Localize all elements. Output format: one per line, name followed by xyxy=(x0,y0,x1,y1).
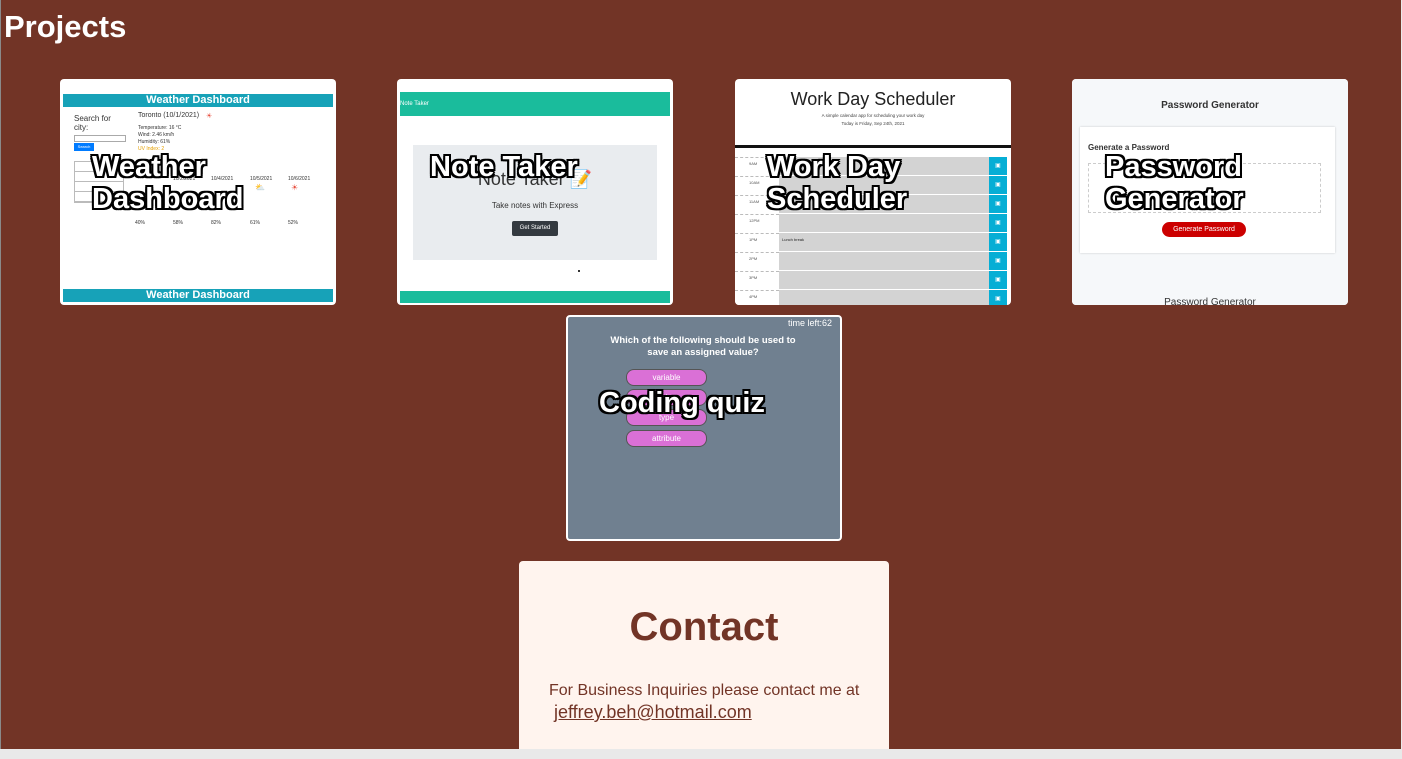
time-block-hour: 9AM xyxy=(735,157,779,176)
weather-search-button: Search xyxy=(74,143,94,151)
forecast-humidity: 58% xyxy=(173,220,184,226)
time-block-text xyxy=(779,195,989,214)
time-block-hour: 4PM xyxy=(735,290,779,305)
time-block-text xyxy=(779,252,989,271)
time-block-hour: 2PM xyxy=(735,252,779,271)
save-icon: ▣ xyxy=(989,176,1007,195)
time-block-text xyxy=(779,271,989,290)
save-icon: ▣ xyxy=(989,214,1007,233)
password-preview-heading: Password Generator xyxy=(1161,100,1259,111)
quiz-answer-button: variable xyxy=(626,369,707,386)
forecast-date: 10/4/2021 xyxy=(211,176,234,182)
password-preview-label: Generate a Password xyxy=(1088,143,1170,152)
scheduler-preview-subtitle: A simple calendar app for scheduling you… xyxy=(821,113,925,118)
forecast-humidity: 82% xyxy=(211,220,222,226)
projects-heading: Projects xyxy=(4,9,127,44)
weather-temperature: Temperature: 16 °C xyxy=(138,125,182,131)
quiz-question: Which of the following should be used to… xyxy=(610,335,796,358)
quiz-answer-button: string xyxy=(626,389,707,406)
scheduler-preview-heading: Work Day Scheduler xyxy=(790,89,956,109)
weather-city: Toronto (10/1/2021) xyxy=(138,112,200,119)
time-block: 2PM ▣ xyxy=(735,252,1011,271)
time-block-hour: 1PM xyxy=(735,233,779,252)
time-block: 3PM ▣ xyxy=(735,271,1011,290)
save-icon: ▣ xyxy=(989,271,1007,290)
contact-text: For Business Inquiries please contact me… xyxy=(549,682,860,699)
cloud-sun-icon: ⛅ xyxy=(255,183,265,192)
time-block: 12PM ▣ xyxy=(735,214,1011,233)
time-block: 9AM ▣ xyxy=(735,157,1011,176)
project-card-weather-dashboard[interactable]: Weather Dashboard Search for city: Searc… xyxy=(60,79,336,305)
weather-wind: Wind: 2.46 km/h xyxy=(138,132,175,138)
note-nav-title: Note Taker xyxy=(400,101,429,107)
time-block: 1PM Lunch break ▣ xyxy=(735,233,1011,252)
quiz-timer: time left:62 xyxy=(787,318,832,328)
time-block-hour: 10AM xyxy=(735,176,779,195)
dot xyxy=(578,270,580,272)
project-card-work-day-scheduler[interactable]: Work Day Scheduler A simple calendar app… xyxy=(735,79,1011,305)
weather-search-label: Search for city: xyxy=(74,114,111,132)
weather-search-input xyxy=(74,135,126,142)
weather-humidity: Humidity: 61% xyxy=(138,139,171,145)
note-get-started-button: Get Started xyxy=(512,221,558,236)
note-preview-nav: Note Taker xyxy=(400,92,670,116)
weather-preview-header: Weather Dashboard xyxy=(63,94,333,107)
generate-password-button: Generate Password xyxy=(1162,222,1246,237)
time-block-text xyxy=(779,176,989,195)
password-preview-card: Generate a Password Generate Password xyxy=(1080,127,1335,253)
save-icon: ▣ xyxy=(989,233,1007,252)
weather-preview-footer: Weather Dashboard xyxy=(63,289,333,302)
forecast-humidity: 61% xyxy=(250,220,261,226)
time-block: 4PM ▣ xyxy=(735,290,1011,305)
contact-heading: Contact xyxy=(629,605,779,649)
forecast-humidity: 40% xyxy=(135,220,146,226)
quiz-answer-button: type xyxy=(626,409,707,426)
time-block-hour: 12PM xyxy=(735,214,779,233)
note-preview-footer xyxy=(400,291,670,303)
note-preview-heading: Note Taker 📝 xyxy=(477,169,593,189)
note-preview-subtitle: Take notes with Express xyxy=(491,201,579,210)
forecast-date: 10/2/2021 xyxy=(173,176,196,182)
time-block-text xyxy=(779,290,989,305)
weather-uv: UV Index: 2 xyxy=(138,146,165,152)
contact-section: Contact For Business Inquiries please co… xyxy=(519,561,889,749)
portfolio-page: Projects Weather Dashboard Search for ci… xyxy=(0,0,1401,749)
project-card-password-generator[interactable]: Password Generator Generate a Password G… xyxy=(1072,79,1348,305)
quiz-answer-button: attribute xyxy=(626,430,707,447)
time-block-text xyxy=(779,214,989,233)
password-output-box xyxy=(1088,163,1321,213)
time-block-hour: 3PM xyxy=(735,271,779,290)
project-card-note-taker[interactable]: Note Taker Note Taker 📝 Take notes with … xyxy=(397,79,673,305)
save-icon: ▣ xyxy=(989,290,1007,305)
project-card-coding-quiz[interactable]: time left:62 Which of the following shou… xyxy=(566,315,842,541)
forecast-date: 10/6/2021 xyxy=(288,176,311,182)
save-icon: ▣ xyxy=(989,195,1007,214)
weather-history-list xyxy=(74,161,124,203)
forecast-humidity: 52% xyxy=(288,220,299,226)
contact-email-link[interactable]: jeffrey.beh@hotmail.com xyxy=(554,702,752,723)
save-icon: ▣ xyxy=(989,157,1007,176)
note-preview-jumbotron: Note Taker 📝 Take notes with Express Get… xyxy=(413,145,657,260)
time-block: 11AM ▣ xyxy=(735,195,1011,214)
divider xyxy=(735,145,1011,148)
time-block-hour: 11AM xyxy=(735,195,779,214)
sun-icon: ☀ xyxy=(291,183,299,192)
forecast-date: 10/5/2021 xyxy=(250,176,273,182)
save-icon: ▣ xyxy=(989,252,1007,271)
sun-icon: ☀ xyxy=(206,113,213,120)
password-preview-footer: Password Generator xyxy=(1164,297,1256,305)
scheduler-preview-date: Today is Friday, Sep 24th, 2021 xyxy=(841,121,905,126)
time-block-text: Lunch break xyxy=(779,233,989,252)
time-block-text xyxy=(779,157,989,176)
time-block: 10AM ▣ xyxy=(735,176,1011,195)
